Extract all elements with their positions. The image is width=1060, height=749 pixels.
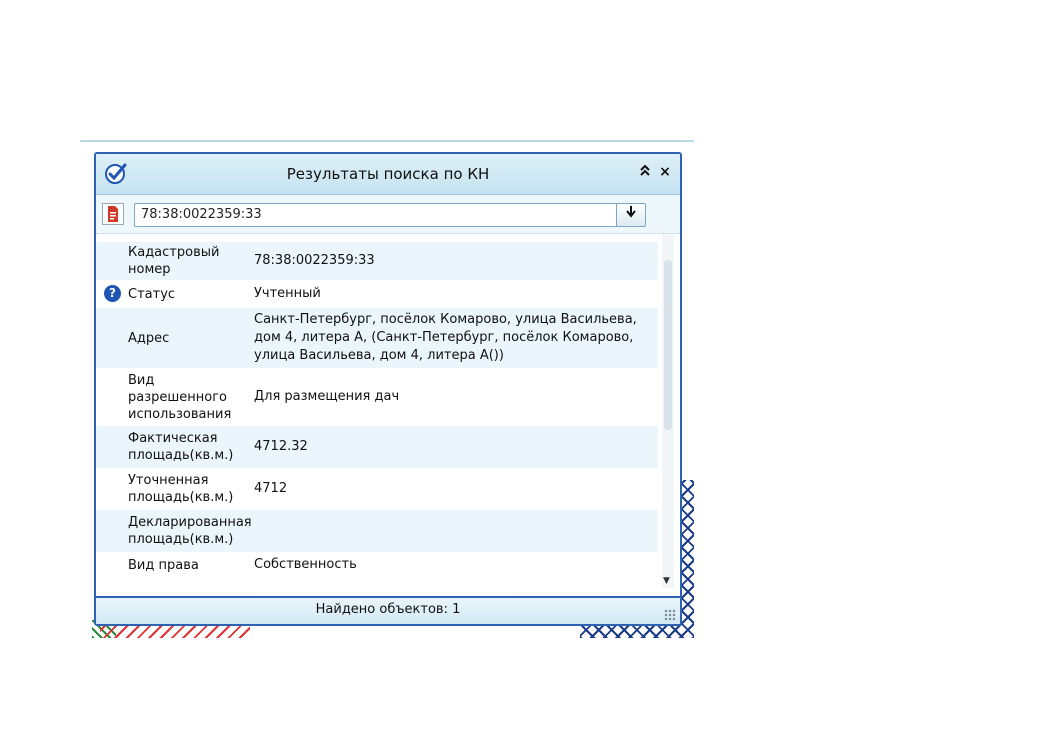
property-value: Собственность xyxy=(254,557,357,572)
search-row xyxy=(96,195,680,234)
pdf-icon xyxy=(108,206,118,222)
property-value: 78:38:0022359:33 xyxy=(254,253,375,268)
collapse-icon[interactable] xyxy=(636,163,654,181)
dialog-titlebar[interactable]: Результаты поиска по КН × xyxy=(96,154,680,195)
property-value: 4712.32 xyxy=(254,439,308,454)
pdf-export-button[interactable] xyxy=(102,203,124,225)
status-bar: Найдено объектов: 1 xyxy=(96,596,680,624)
property-value: Санкт-Петербург, посёлок Комарово, улица… xyxy=(254,312,637,363)
property-row: Кадастровый номер 78:38:0022359:33 xyxy=(96,242,658,280)
property-value xyxy=(254,528,658,534)
property-label: Статус xyxy=(128,286,176,302)
property-row: Декларированная площадь(кв.м.) xyxy=(96,510,658,552)
vertical-scrollbar[interactable]: ▼ xyxy=(662,234,674,588)
property-value: Учтенный xyxy=(254,286,321,301)
property-label: Адрес xyxy=(128,330,170,346)
property-label: Вид разрешенного использования xyxy=(128,372,232,422)
scroll-down-icon[interactable]: ▼ xyxy=(663,576,670,586)
help-icon[interactable]: ? xyxy=(104,285,121,302)
close-icon[interactable]: × xyxy=(656,163,674,181)
property-row: Адрес Санкт-Петербург, посёлок Комарово,… xyxy=(96,308,658,368)
dialog-title: Результаты поиска по КН xyxy=(286,165,490,183)
dropdown-arrow-button[interactable] xyxy=(616,203,646,227)
found-objects-count: Найдено объектов: 1 xyxy=(315,602,461,617)
property-row: Вид разрешенного использования Для разме… xyxy=(96,368,658,426)
properties-panel[interactable]: Кадастровый номер 78:38:0022359:33 ? Ста… xyxy=(96,234,680,588)
cadastral-number-input[interactable] xyxy=(141,207,611,222)
property-label: Фактическая площадь(кв.м.) xyxy=(128,431,234,463)
property-value: Для размещения дач xyxy=(254,389,400,404)
property-label: Декларированная площадь(кв.м.) xyxy=(128,515,252,547)
property-row: Уточненная площадь(кв.м.) 4712 xyxy=(96,468,658,510)
property-row: Вид права Собственность xyxy=(96,552,658,578)
property-label: Кадастровый номер xyxy=(128,245,220,277)
arrow-down-icon xyxy=(626,206,636,218)
property-row: Фактическая площадь(кв.м.) 4712.32 xyxy=(96,426,658,468)
properties-list: Кадастровый номер 78:38:0022359:33 ? Ста… xyxy=(96,242,658,578)
map-border-line xyxy=(80,140,694,142)
scrollbar-thumb[interactable] xyxy=(664,260,672,430)
property-label: Вид права xyxy=(128,557,199,573)
property-value: 4712 xyxy=(254,481,288,496)
cadastral-number-combobox[interactable] xyxy=(134,203,642,227)
property-row: ? Статус Учтенный xyxy=(96,280,658,308)
resize-grip-icon[interactable] xyxy=(664,609,676,621)
search-results-dialog: Результаты поиска по КН × 78:38:0022359:… xyxy=(94,152,682,626)
property-label: Уточненная площадь(кв.м.) xyxy=(128,473,234,505)
